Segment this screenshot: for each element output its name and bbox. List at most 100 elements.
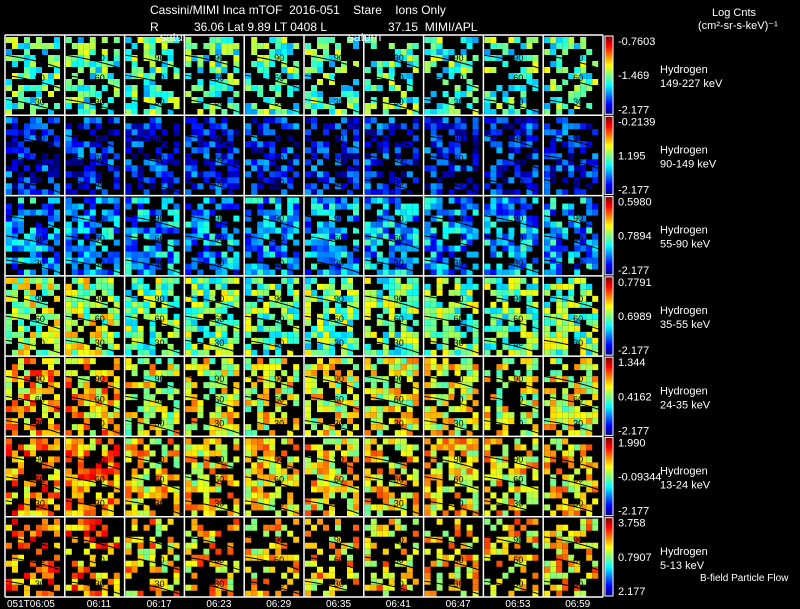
heatmap-cell	[113, 343, 120, 350]
heatmap-cell	[143, 245, 150, 252]
heatmap-cell	[353, 376, 359, 383]
heatmap-cell	[197, 349, 204, 356]
heatmap-cell	[54, 444, 60, 451]
heatmap-cell	[54, 394, 60, 401]
heatmap-cell	[12, 239, 18, 246]
heatmap-cell	[311, 468, 317, 475]
heatmap-cell	[65, 530, 72, 537]
heatmap-cell	[137, 129, 144, 136]
heatmap-cell	[335, 269, 341, 276]
heatmap-cell	[54, 400, 60, 407]
heatmap-cell	[586, 376, 593, 383]
heatmap-cell	[347, 289, 353, 296]
heatmap-cell	[323, 203, 329, 210]
heatmap-cell	[251, 289, 258, 296]
heatmap-cell	[65, 79, 72, 85]
heatmap-cell	[311, 480, 317, 487]
contour-label: 30	[35, 97, 45, 107]
heatmap-cell	[347, 251, 353, 258]
contour-label: 90	[274, 133, 284, 143]
heatmap-cell	[227, 474, 234, 481]
heatmap-cell	[245, 263, 252, 270]
heatmap-cell	[233, 79, 240, 85]
heatmap-cell	[233, 203, 240, 210]
heatmap-cell	[185, 504, 192, 511]
heatmap-cell	[305, 239, 311, 246]
heatmap-cell	[251, 183, 258, 190]
heatmap-cell	[311, 331, 317, 338]
heatmap-cell	[71, 370, 78, 377]
heatmap-cell	[269, 245, 276, 252]
heatmap-cell	[215, 307, 222, 314]
heatmap-cell	[227, 394, 234, 401]
heatmap-cell	[508, 189, 515, 196]
heatmap-cell	[191, 301, 198, 308]
heatmap-cell	[592, 364, 599, 371]
heatmap-cell	[173, 295, 180, 302]
heatmap-cell	[317, 430, 323, 437]
heatmap-cell	[364, 480, 371, 487]
heatmap-cell	[580, 67, 587, 73]
heatmap-cell	[305, 364, 311, 371]
heatmap-cell	[77, 277, 84, 284]
heatmap-cell	[251, 370, 258, 377]
heatmap-cell	[77, 518, 84, 525]
heatmap-cell	[77, 171, 84, 178]
contour-label: 30	[334, 338, 344, 348]
heatmap-cell	[305, 129, 311, 136]
heatmap-cell	[113, 376, 120, 383]
heatmap-cell	[83, 197, 90, 204]
heatmap-cell	[24, 301, 30, 308]
heatmap-cell	[287, 456, 294, 463]
heatmap-cell	[317, 283, 323, 290]
heatmap-cell	[167, 289, 174, 296]
heatmap-cell	[36, 438, 42, 445]
contour-label: 60	[35, 153, 45, 163]
heatmap-cell	[376, 424, 383, 431]
heatmap-cell	[544, 171, 551, 178]
heatmap-cell	[448, 189, 455, 196]
heatmap-cell	[12, 424, 18, 431]
heatmap-cell	[287, 307, 294, 314]
heatmap-cell	[430, 325, 437, 332]
heatmap-cell	[347, 123, 353, 130]
heatmap-cell	[6, 438, 12, 445]
heatmap-cell	[562, 129, 569, 136]
heatmap-cell	[323, 301, 329, 308]
heatmap-cell	[329, 492, 335, 499]
heatmap-cell	[568, 412, 575, 419]
heatmap-cell	[281, 227, 288, 234]
heatmap-cell	[550, 147, 557, 154]
heatmap-cell	[281, 67, 288, 73]
heatmap-cell	[460, 283, 467, 290]
heatmap-cell	[251, 492, 258, 499]
heatmap-cell	[406, 313, 413, 320]
heatmap-cell	[586, 388, 593, 395]
heatmap-cell	[203, 129, 210, 136]
heatmap-cell	[155, 165, 162, 172]
heatmap-cell	[526, 498, 533, 505]
heatmap-cell	[71, 189, 78, 196]
heatmap-cell	[311, 49, 317, 55]
heatmap-cell	[472, 474, 479, 481]
heatmap-cell	[143, 197, 150, 204]
heatmap-cell	[424, 37, 431, 43]
heatmap-cell	[209, 388, 216, 395]
heatmap-cell	[95, 590, 102, 597]
heatmap-cell	[586, 474, 593, 481]
contour-label: 60	[573, 153, 583, 163]
heatmap-cell	[364, 141, 371, 148]
heatmap-cell	[472, 412, 479, 419]
heatmap-cell	[592, 233, 599, 240]
heatmap-cell	[544, 85, 551, 91]
contour-label: 90	[155, 133, 165, 143]
heatmap-cell	[490, 438, 497, 445]
contour-label: 90	[394, 374, 404, 384]
heatmap-cell	[281, 123, 288, 130]
contour-label: 90	[35, 374, 45, 384]
heatmap-cell	[412, 498, 419, 505]
heatmap-cell	[586, 418, 593, 425]
heatmap-cell	[323, 209, 329, 216]
heatmap-cell	[54, 239, 60, 246]
heatmap-cell	[574, 85, 581, 91]
